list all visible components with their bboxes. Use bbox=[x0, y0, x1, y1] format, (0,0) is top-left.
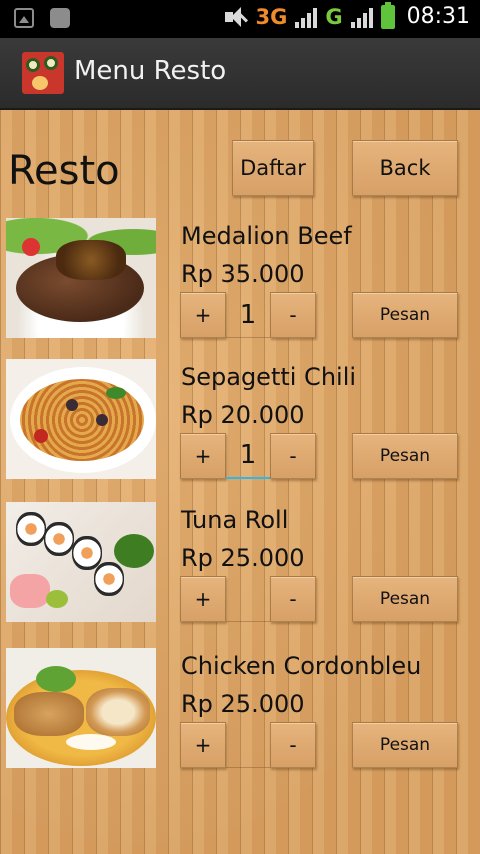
signal-icon bbox=[295, 6, 318, 28]
network-type-1: 3G bbox=[255, 4, 288, 29]
order-button[interactable]: Pesan bbox=[352, 722, 458, 768]
item-name: Sepagetti Chili bbox=[181, 363, 357, 391]
app-title: Menu Resto bbox=[74, 56, 227, 86]
increase-quantity-button[interactable]: + bbox=[180, 722, 226, 768]
item-price: Rp 20.000 bbox=[181, 401, 305, 429]
decrease-quantity-button[interactable]: - bbox=[270, 576, 316, 622]
action-bar: Menu Resto bbox=[0, 38, 480, 110]
content-area: Resto Daftar Back Medalion Beef Rp 35.00… bbox=[0, 110, 480, 854]
battery-icon bbox=[380, 1, 395, 29]
chicken-cordonbleu-image bbox=[6, 648, 156, 768]
menu-item: Chicken Cordonbleu Rp 25.000 + - Pesan bbox=[0, 648, 480, 772]
order-button[interactable]: Pesan bbox=[352, 433, 458, 479]
item-name: Tuna Roll bbox=[181, 506, 289, 534]
status-bar: 3G G 08:31 bbox=[0, 0, 480, 38]
menu-item: Medalion Beef Rp 35.000 + 1 - Pesan bbox=[0, 218, 480, 342]
quantity-field[interactable]: 1 bbox=[226, 292, 270, 338]
gallery-icon bbox=[14, 8, 34, 28]
increase-quantity-button[interactable]: + bbox=[180, 576, 226, 622]
item-price: Rp 25.000 bbox=[181, 690, 305, 718]
quantity-field[interactable] bbox=[226, 722, 270, 768]
messenger-icon bbox=[50, 8, 70, 28]
decrease-quantity-button[interactable]: - bbox=[270, 433, 316, 479]
menu-item: Tuna Roll Rp 25.000 + - Pesan bbox=[0, 502, 480, 626]
increase-quantity-button[interactable]: + bbox=[180, 433, 226, 479]
daftar-button[interactable]: Daftar bbox=[232, 140, 314, 196]
page-title: Resto bbox=[8, 148, 120, 194]
app-logo-icon[interactable] bbox=[22, 52, 64, 94]
order-button[interactable]: Pesan bbox=[352, 576, 458, 622]
system-icons: 3G G 08:31 bbox=[223, 1, 470, 29]
tuna-roll-image bbox=[6, 502, 156, 622]
back-button[interactable]: Back bbox=[352, 140, 458, 196]
notification-icons bbox=[14, 8, 70, 28]
mute-icon bbox=[223, 6, 249, 28]
spaghetti-chili-image bbox=[6, 359, 156, 479]
increase-quantity-button[interactable]: + bbox=[180, 292, 226, 338]
quantity-field[interactable]: 1 bbox=[226, 433, 270, 479]
order-button[interactable]: Pesan bbox=[352, 292, 458, 338]
medalion-beef-image bbox=[6, 218, 156, 338]
item-name: Chicken Cordonbleu bbox=[181, 652, 422, 680]
menu-item: Sepagetti Chili Rp 20.000 + 1 - Pesan bbox=[0, 359, 480, 483]
item-price: Rp 25.000 bbox=[181, 544, 305, 572]
quantity-field[interactable] bbox=[226, 576, 270, 622]
item-name: Medalion Beef bbox=[181, 222, 352, 250]
network-type-2: G bbox=[325, 4, 343, 29]
decrease-quantity-button[interactable]: - bbox=[270, 292, 316, 338]
item-price: Rp 35.000 bbox=[181, 260, 305, 288]
decrease-quantity-button[interactable]: - bbox=[270, 722, 316, 768]
signal-icon-2 bbox=[350, 6, 373, 28]
clock: 08:31 bbox=[406, 4, 470, 29]
